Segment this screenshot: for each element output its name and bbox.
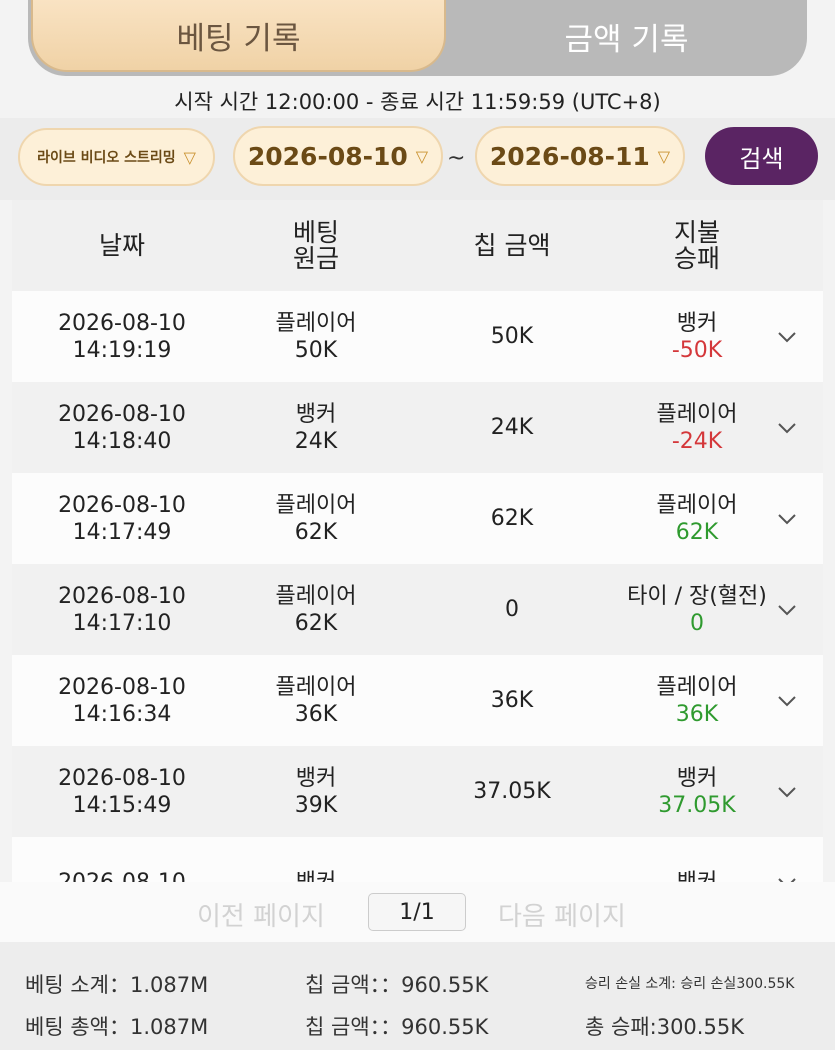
- tab-amount-history[interactable]: 금액 기록: [446, 0, 807, 72]
- row-winloss: -24K: [671, 428, 723, 454]
- row-bet-amount: 50K: [294, 337, 338, 363]
- row-bet-amount: 39K: [294, 792, 338, 818]
- row-bet-amount: 36K: [294, 701, 338, 727]
- table-row[interactable]: 2026-08-10 14:19:19 플레이어 50K 50K 뱅커 -50K: [12, 291, 823, 382]
- row-chip: 24K: [490, 415, 534, 440]
- chevron-down-icon[interactable]: [772, 746, 802, 837]
- row-date: 2026-08-10: [58, 401, 186, 427]
- header-result-line2: 승패: [673, 243, 720, 273]
- row-date: 2026-08-10: [58, 583, 186, 609]
- header-result: 지불 승패: [607, 200, 787, 291]
- row-time: 14:16:34: [72, 701, 172, 727]
- row-result: 뱅커: [676, 765, 718, 791]
- row-time: 14:17:49: [72, 519, 172, 545]
- header-chip: 칩 금액: [473, 230, 551, 260]
- winloss-total: 총 승패:300.55K: [585, 1015, 744, 1039]
- table-row[interactable]: 2026-08-10 14:17:49 플레이어 62K 62K 플레이어 62K: [12, 473, 823, 564]
- chevron-down-icon[interactable]: [772, 837, 802, 882]
- page-indicator[interactable]: 1/1: [368, 893, 466, 931]
- chip-subtotal: 칩 금액：：960.55K: [305, 973, 489, 997]
- winloss-subtotal: 승리 손실 소계: 승리 손실300.55K: [585, 976, 795, 992]
- row-bet-side: 플레이어: [275, 492, 357, 518]
- header-result-line1: 지불: [673, 217, 720, 247]
- row-chip: 0: [505, 597, 519, 622]
- row-bet-amount: 62K: [294, 610, 338, 636]
- table-row[interactable]: 2026-08-10 14:18:40 뱅커 24K 24K 플레이어 -24K: [12, 382, 823, 473]
- header-bet-line1: 베팅: [292, 217, 339, 247]
- row-bet-amount: 24K: [294, 428, 338, 454]
- date-separator: ~: [447, 146, 466, 171]
- row-bet-side: 플레이어: [275, 583, 357, 609]
- source-select-label: 라이브 비디오 스트리밍: [37, 150, 176, 166]
- next-page-button[interactable]: 다음 페이지: [498, 896, 626, 933]
- search-button[interactable]: 검색: [705, 127, 818, 185]
- record-tabs: 베팅 기록 금액 기록: [28, 0, 807, 76]
- table-row[interactable]: 2026-08-10 14:16:34 플레이어 36K 36K 플레이어 36K: [12, 655, 823, 746]
- row-date: 2026-08-10: [58, 674, 186, 700]
- table-header: 날짜 베팅 원금 칩 금액 지불 승패: [12, 200, 823, 291]
- prev-page-button[interactable]: 이전 페이지: [197, 896, 325, 933]
- row-winloss: -50K: [671, 337, 723, 363]
- tab-bet-history[interactable]: 베팅 기록: [31, 0, 446, 72]
- summary-panel: 베팅 소계：1.087M 칩 금액：：960.55K 승리 손실 소계: 승리 …: [0, 942, 835, 1050]
- row-chip: 50K: [490, 324, 534, 349]
- chevron-down-icon[interactable]: [772, 473, 802, 564]
- row-time: 14:19:19: [72, 337, 172, 363]
- chevron-down-icon[interactable]: [772, 382, 802, 473]
- row-result: 플레이어: [656, 674, 738, 700]
- row-result: 플레이어: [656, 492, 738, 518]
- row-chip: 62K: [490, 506, 534, 531]
- chevron-down-icon[interactable]: [772, 291, 802, 382]
- chip-total: 칩 금액：：960.55K: [305, 1015, 489, 1039]
- bet-subtotal: 베팅 소계：1.087M: [25, 973, 209, 997]
- row-time: 14:17:10: [72, 610, 172, 636]
- row-bet-side: 뱅커: [296, 869, 336, 882]
- row-winloss: 0: [690, 610, 704, 636]
- row-chip: 36K: [490, 688, 534, 713]
- chevron-down-icon: ▽: [183, 147, 196, 167]
- source-select[interactable]: 라이브 비디오 스트리밍 ▽: [18, 128, 215, 186]
- row-result: 플레이어: [656, 401, 738, 427]
- filter-bar: 라이브 비디오 스트리밍 ▽ 2026-08-10 ▽ ~ 2026-08-11…: [0, 118, 835, 200]
- row-date: 2026-08-10: [58, 869, 186, 882]
- date-to-select[interactable]: 2026-08-11 ▽: [475, 126, 685, 186]
- row-bet-side: 뱅커: [295, 401, 337, 427]
- row-result: 뱅커: [677, 869, 717, 882]
- row-result: 타이 / 장(혈전): [627, 583, 767, 609]
- row-winloss: 36K: [675, 701, 719, 727]
- chevron-down-icon: ▽: [657, 146, 671, 166]
- bet-history-table: 날짜 베팅 원금 칩 금액 지불 승패 2026-08-10 14:19:19 플레이…: [12, 200, 823, 882]
- row-bet-side: 플레이어: [275, 310, 357, 336]
- chevron-down-icon[interactable]: [772, 564, 802, 655]
- row-bet-side: 뱅커: [295, 765, 337, 791]
- chevron-down-icon[interactable]: [772, 655, 802, 746]
- row-time: 14:15:49: [72, 792, 172, 818]
- table-row[interactable]: 2026-08-10 14:17:10 플레이어 62K 0 타이 / 장(혈전) 0: [12, 564, 823, 655]
- row-result: 뱅커: [676, 310, 718, 336]
- date-to-label: 2026-08-11: [489, 141, 650, 171]
- pagination: 이전 페이지 1/1 다음 페이지: [0, 882, 835, 942]
- header-bet: 베팅 원금: [242, 200, 390, 291]
- header-bet-line2: 원금: [292, 243, 339, 273]
- row-bet-amount: 62K: [294, 519, 338, 545]
- row-date: 2026-08-10: [58, 310, 186, 336]
- date-from-select[interactable]: 2026-08-10 ▽: [233, 126, 443, 186]
- row-chip: 37.05K: [473, 779, 551, 804]
- chevron-down-icon: ▽: [415, 146, 429, 166]
- row-bet-side: 플레이어: [275, 674, 357, 700]
- row-time: 14:18:40: [72, 428, 172, 454]
- bet-total: 베팅 총액：1.087M: [25, 1015, 209, 1039]
- header-date: 날짜: [98, 230, 145, 260]
- table-row[interactable]: 2026-08-10 14:15:49 뱅커 39K 37.05K 뱅커 37.05K: [12, 746, 823, 837]
- row-winloss: 37.05K: [658, 792, 736, 818]
- row-winloss: 62K: [675, 519, 719, 545]
- time-range-note: 시작 시간 12:00:00 - 종료 시간 11:59:59 (UTC+8): [174, 90, 661, 114]
- date-from-label: 2026-08-10: [247, 141, 408, 171]
- row-date: 2026-08-10: [58, 492, 186, 518]
- row-date: 2026-08-10: [58, 765, 186, 791]
- table-row[interactable]: 2026-08-10 뱅커 뱅커: [12, 837, 823, 882]
